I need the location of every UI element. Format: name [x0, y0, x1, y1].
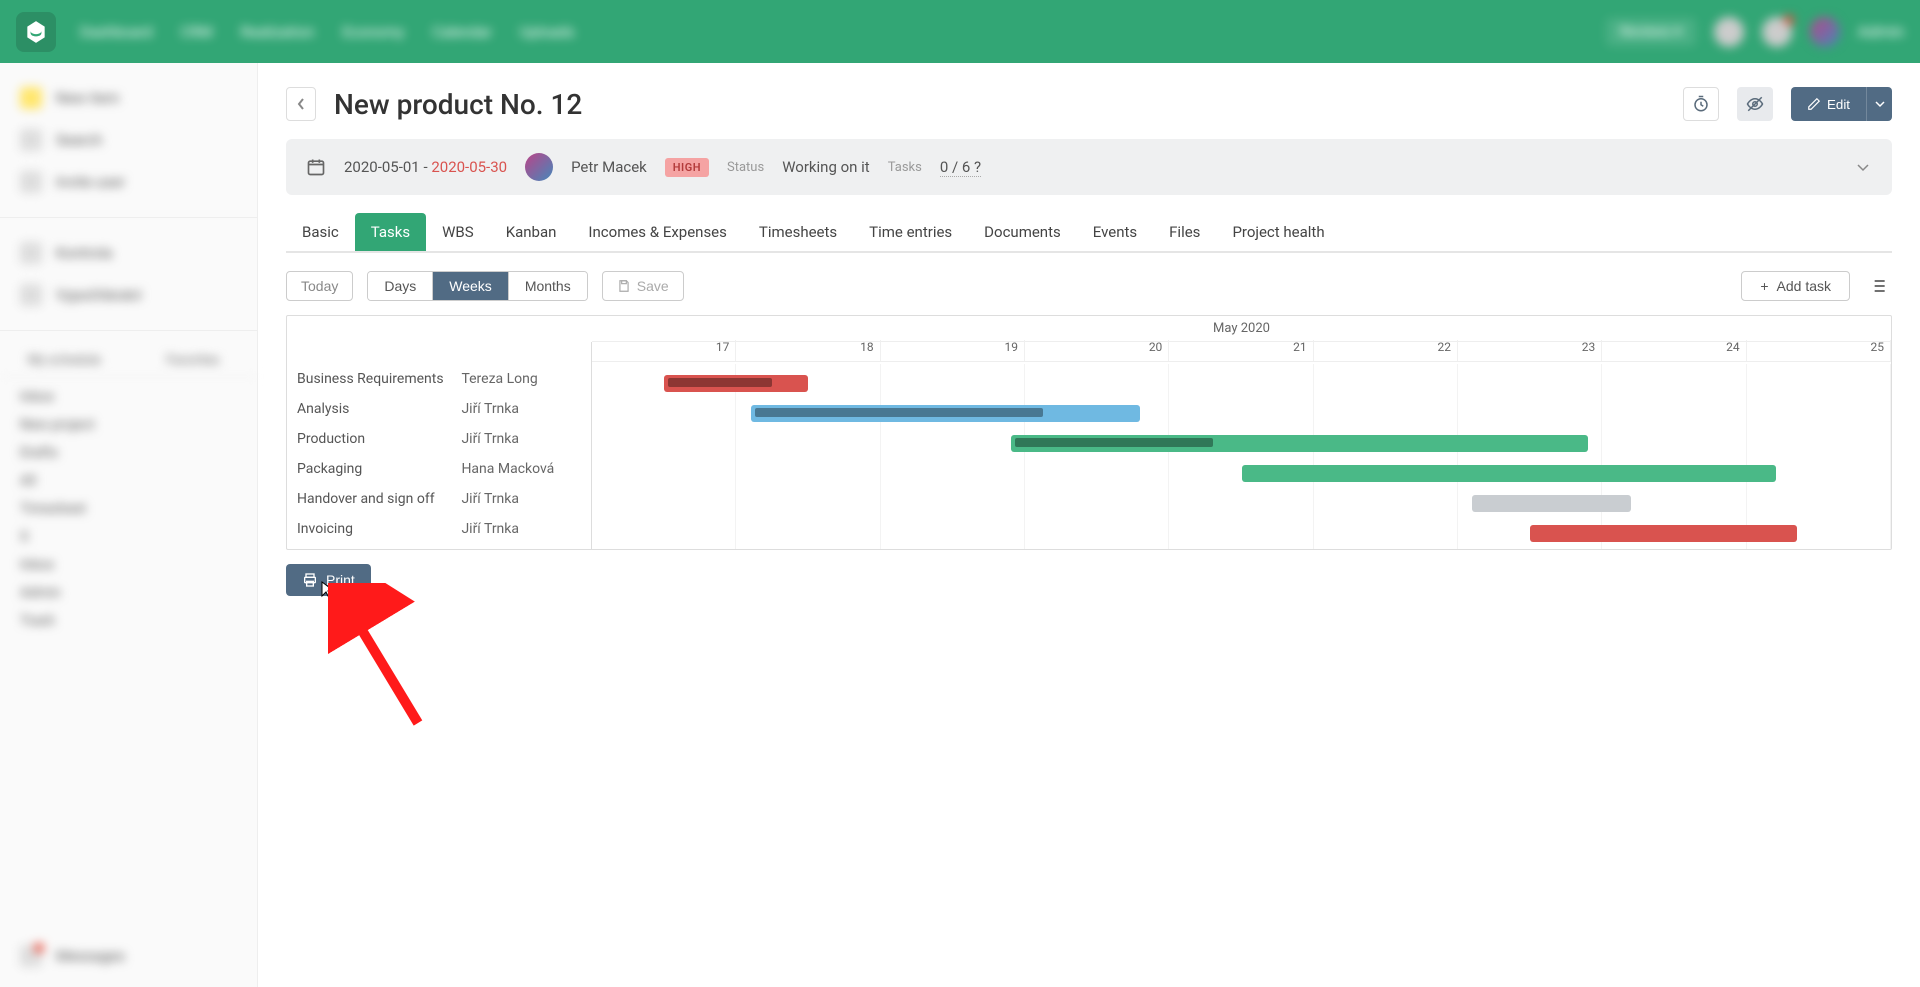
top-nav: Dashboard CRM Realization Economy Calend… [0, 0, 1920, 63]
gantt-bar[interactable] [1242, 465, 1776, 482]
main-content: New product No. 12 Edit 2020-05-01 - 202… [258, 63, 1920, 987]
view-segmented: DaysWeeksMonths [367, 271, 587, 301]
topnav-item[interactable]: Calendar [432, 23, 492, 41]
owner-avatar [525, 153, 553, 181]
edit-button[interactable]: Edit [1791, 87, 1866, 121]
status-label: Status [727, 160, 764, 175]
tab-basic[interactable]: Basic [286, 213, 355, 251]
tab-project-health[interactable]: Project health [1216, 213, 1340, 251]
today-button[interactable]: Today [286, 271, 353, 301]
gantt-chart: May 2020 171819202122232425 Business Req… [286, 315, 1892, 550]
tab-timesheets[interactable]: Timesheets [743, 213, 853, 251]
gantt-bar[interactable] [751, 405, 1141, 422]
add-task-button[interactable]: +Add task [1741, 271, 1850, 301]
tab-events[interactable]: Events [1077, 213, 1153, 251]
tab-files[interactable]: Files [1153, 213, 1216, 251]
sidebar-item[interactable]: Kontrola [0, 232, 257, 274]
edit-dropdown[interactable] [1866, 87, 1892, 121]
tab-kanban[interactable]: Kanban [490, 213, 573, 251]
task-row[interactable]: AnalysisJiří Trnka [287, 394, 591, 424]
gantt-month-label: May 2020 [592, 316, 1891, 342]
user-name[interactable]: Admin [1858, 22, 1904, 41]
back-button[interactable] [286, 87, 316, 121]
view-days[interactable]: Days [368, 272, 433, 300]
sidebar-invite[interactable]: Invite user [0, 161, 257, 203]
topnav-item[interactable]: Dashboard [80, 23, 153, 41]
topnav-item[interactable]: CRM [181, 23, 213, 41]
gantt-toolbar: Today DaysWeeksMonths Save +Add task [286, 271, 1892, 301]
task-row[interactable]: ProductionJiří Trnka [287, 424, 591, 454]
tab-documents[interactable]: Documents [968, 213, 1077, 251]
print-icon [302, 572, 318, 588]
project-info-bar[interactable]: 2020-05-01 - 2020-05-30 Petr Macek HIGH … [286, 139, 1892, 195]
gantt-bar[interactable] [664, 375, 808, 392]
topnav-item[interactable]: Economy [342, 23, 404, 41]
list-view-icon[interactable] [1864, 272, 1892, 300]
task-row[interactable]: InvoicingJiří Trnka [287, 514, 591, 544]
save-button[interactable]: Save [602, 271, 684, 301]
app-logo[interactable] [16, 12, 56, 52]
gantt-bar[interactable] [1011, 435, 1588, 452]
date-end: 2020-05-30 [431, 158, 507, 176]
status-value: Working on it [782, 158, 870, 176]
view-months[interactable]: Months [509, 272, 587, 300]
sidebar-search[interactable]: Search [0, 119, 257, 161]
tasks-label: Tasks [888, 160, 922, 175]
arrow-annotation [328, 583, 438, 733]
gantt-bar[interactable] [1472, 495, 1631, 512]
sidebar: New item Search Invite user Kontrola Vyp… [0, 63, 258, 987]
date-start: 2020-05-01 [344, 158, 420, 176]
page-title: New product No. 12 [334, 88, 582, 121]
notifications-icon[interactable] [1762, 17, 1792, 47]
tasks-value: 0 / 6 ? [940, 158, 981, 177]
plus-icon: + [1760, 278, 1768, 294]
tab-wbs[interactable]: WBS [426, 213, 490, 251]
help-icon[interactable] [1714, 17, 1744, 47]
task-row[interactable]: PackagingHana Macková [287, 454, 591, 484]
tab-tasks[interactable]: Tasks [355, 213, 426, 251]
topnav-item[interactable]: Realization [241, 23, 315, 41]
visibility-off-icon[interactable] [1737, 87, 1773, 121]
sidebar-item[interactable]: Vypočítávání [0, 274, 257, 316]
page-header: New product No. 12 Edit [286, 87, 1892, 121]
sidebar-tabs[interactable]: My scheduleFavorites [0, 345, 257, 377]
sidebar-list: InboxNew projectDraftsAllTimesheetSInbox… [0, 385, 257, 633]
sidebar-new-item[interactable]: New item [0, 77, 257, 119]
gantt-task-list: Business RequirementsTereza LongAnalysis… [287, 342, 592, 549]
gantt-bars [592, 342, 1891, 549]
topnav-item[interactable]: Uploads [520, 23, 575, 41]
gantt-bar[interactable] [1530, 525, 1797, 542]
task-row[interactable]: Business RequirementsTereza Long [287, 364, 591, 394]
topnav-items: Dashboard CRM Realization Economy Calend… [80, 23, 574, 41]
print-button[interactable]: Print [286, 564, 371, 596]
task-row[interactable]: Handover and sign offJiří Trnka [287, 484, 591, 514]
timer-icon[interactable] [1683, 87, 1719, 121]
tab-incomes-expenses[interactable]: Incomes & Expenses [572, 213, 742, 251]
project-tabs: BasicTasksWBSKanbanIncomes & ExpensesTim… [286, 213, 1892, 253]
topnav-right: Reviews ▾ Admin [1606, 17, 1904, 47]
owner-name: Petr Macek [571, 158, 647, 176]
priority-badge: HIGH [665, 158, 709, 177]
calendar-icon [306, 157, 326, 177]
user-avatar[interactable] [1810, 17, 1840, 47]
expand-info-icon[interactable] [1854, 158, 1872, 176]
view-weeks[interactable]: Weeks [433, 272, 509, 300]
tab-time-entries[interactable]: Time entries [853, 213, 968, 251]
sidebar-messages[interactable]: Messages [0, 935, 257, 977]
topnav-dropdown[interactable]: Reviews ▾ [1606, 18, 1696, 46]
